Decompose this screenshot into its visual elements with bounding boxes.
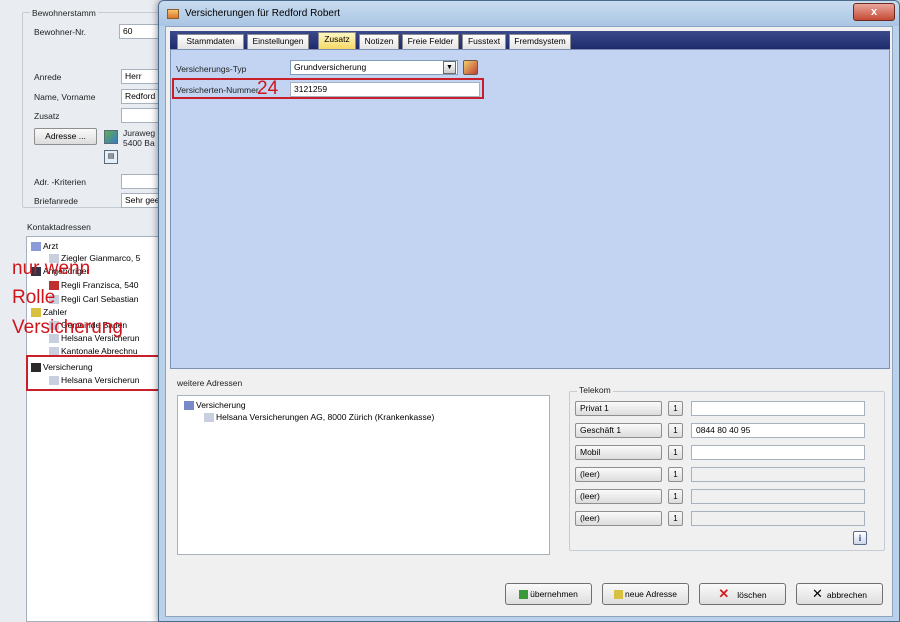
further-addresses-title: weitere Adressen bbox=[177, 378, 243, 388]
call-icon-6[interactable]: 1 bbox=[668, 511, 683, 526]
annotation-box-insured-number bbox=[172, 78, 484, 99]
insurance-type-select[interactable]: Grundversicherung ▼ bbox=[290, 60, 458, 75]
coins-icon bbox=[31, 308, 41, 318]
telecom-label-button-1[interactable]: Privat 1 bbox=[575, 401, 662, 416]
telecom-field-2[interactable]: 0844 80 40 95 bbox=[691, 423, 865, 438]
app-icon bbox=[167, 9, 179, 19]
resident-group-title: Bewohnerstamm bbox=[30, 8, 98, 18]
telecom-field-4 bbox=[691, 467, 865, 482]
dialog-client: Stammdaten Einstellungen Zusatz Notizen … bbox=[165, 26, 893, 617]
telecom-label-button-2[interactable]: Geschäft 1 bbox=[575, 423, 662, 438]
addition-label: Zusatz bbox=[34, 111, 60, 121]
call-icon-2[interactable]: 1 bbox=[668, 423, 683, 438]
tree-node-relative-entry-1[interactable]: Regli Franzisca, 540 bbox=[49, 280, 138, 291]
call-icon-4[interactable]: 1 bbox=[668, 467, 683, 482]
delete-x-icon: ✕ bbox=[718, 586, 730, 601]
new-address-icon bbox=[614, 590, 623, 600]
address-button[interactable]: Adresse ... bbox=[34, 128, 97, 145]
salutation-label: Anrede bbox=[34, 72, 62, 82]
doctor-icon bbox=[31, 242, 41, 252]
further-addresses-tree[interactable]: Versicherung Helsana Versicherungen AG, … bbox=[177, 395, 550, 555]
close-button[interactable]: x bbox=[853, 3, 895, 21]
cancel-x-icon: ✕ bbox=[811, 586, 823, 601]
new-address-button[interactable]: neue Adresse bbox=[602, 583, 689, 605]
telecom-field-5 bbox=[691, 489, 865, 504]
insurance-icon bbox=[184, 401, 194, 411]
cancel-button[interactable]: ✕ abbrechen bbox=[796, 583, 883, 605]
call-icon-3[interactable]: 1 bbox=[668, 445, 683, 460]
chevron-down-icon[interactable]: ▼ bbox=[443, 61, 456, 74]
tab-notizen[interactable]: Notizen bbox=[359, 34, 399, 49]
map-icon[interactable] bbox=[104, 130, 118, 144]
telecom-label-button-6[interactable]: (leer) bbox=[575, 511, 662, 526]
delete-button[interactable]: ✕ löschen bbox=[699, 583, 786, 605]
address-line-1: Juraweg bbox=[123, 128, 156, 138]
tab-zusatz[interactable]: Zusatz bbox=[318, 32, 356, 49]
telecom-label-button-5[interactable]: (leer) bbox=[575, 489, 662, 504]
letter-salutation-label: Briefanrede bbox=[34, 196, 78, 206]
telecom-field-6 bbox=[691, 511, 865, 526]
annotation-box-insurance-node bbox=[26, 355, 160, 391]
tab-stammdaten[interactable]: Stammdaten bbox=[177, 34, 244, 49]
telecom-title: Telekom bbox=[577, 385, 613, 395]
telecom-field-1[interactable] bbox=[691, 401, 865, 416]
resident-no-label: Bewohner-Nr. bbox=[34, 27, 86, 37]
tab-einstellungen[interactable]: Einstellungen bbox=[247, 34, 309, 49]
further-tree-child[interactable]: Helsana Versicherungen AG, 8000 Zürich (… bbox=[204, 412, 434, 423]
insurance-type-value: Grundversicherung bbox=[294, 62, 367, 72]
tab-fusstext[interactable]: Fusstext bbox=[462, 34, 506, 49]
telecom-field-3[interactable] bbox=[691, 445, 865, 460]
dialog-titlebar: Versicherungen für Redford Robert x bbox=[159, 1, 899, 26]
info-icon[interactable]: i bbox=[853, 531, 867, 545]
contacts-title: Kontaktadressen bbox=[27, 222, 91, 232]
tab-freie-felder[interactable]: Freie Felder bbox=[402, 34, 459, 49]
tree-node-arzt[interactable]: Arzt bbox=[31, 241, 58, 252]
annotation-note-line-2: Rolle bbox=[12, 287, 56, 308]
contact-icon bbox=[204, 413, 214, 423]
apply-button[interactable]: übernehmen bbox=[505, 583, 592, 605]
tab-fremdsystem[interactable]: Fremdsystem bbox=[509, 34, 571, 49]
call-icon-5[interactable]: 1 bbox=[668, 489, 683, 504]
telecom-label-button-4[interactable]: (leer) bbox=[575, 467, 662, 482]
tree-node-payer[interactable]: Zahler bbox=[31, 307, 67, 318]
insurance-type-label: Versicherungs-Typ bbox=[176, 64, 247, 74]
further-tree-root[interactable]: Versicherung bbox=[184, 400, 246, 411]
check-icon bbox=[519, 590, 529, 600]
name-label: Name, Vorname bbox=[34, 92, 96, 102]
tree-node-relative-entry-2[interactable]: Regli Carl Sebastian bbox=[49, 294, 138, 305]
call-icon-1[interactable]: 1 bbox=[668, 401, 683, 416]
annotation-note-line-1: nur wenn bbox=[12, 258, 91, 279]
print-address-icon[interactable]: ▤ bbox=[104, 150, 118, 164]
tab-page-zusatz: Versicherungs-Typ Grundversicherung ▼ Ve… bbox=[170, 49, 890, 369]
annotation-note-line-3: Versicherung bbox=[12, 317, 123, 338]
edit-pencil-icon[interactable] bbox=[463, 60, 478, 75]
dialog-title: Versicherungen für Redford Robert bbox=[185, 8, 341, 19]
insurance-dialog: Versicherungen für Redford Robert x Stam… bbox=[158, 0, 900, 622]
annotation-number: 24 bbox=[257, 78, 279, 99]
addr-criteria-label: Adr. -Kriterien bbox=[34, 177, 86, 187]
address-line-2: 5400 Ba bbox=[123, 138, 155, 148]
tab-strip: Stammdaten Einstellungen Zusatz Notizen … bbox=[170, 31, 890, 49]
telecom-label-button-3[interactable]: Mobil bbox=[575, 445, 662, 460]
